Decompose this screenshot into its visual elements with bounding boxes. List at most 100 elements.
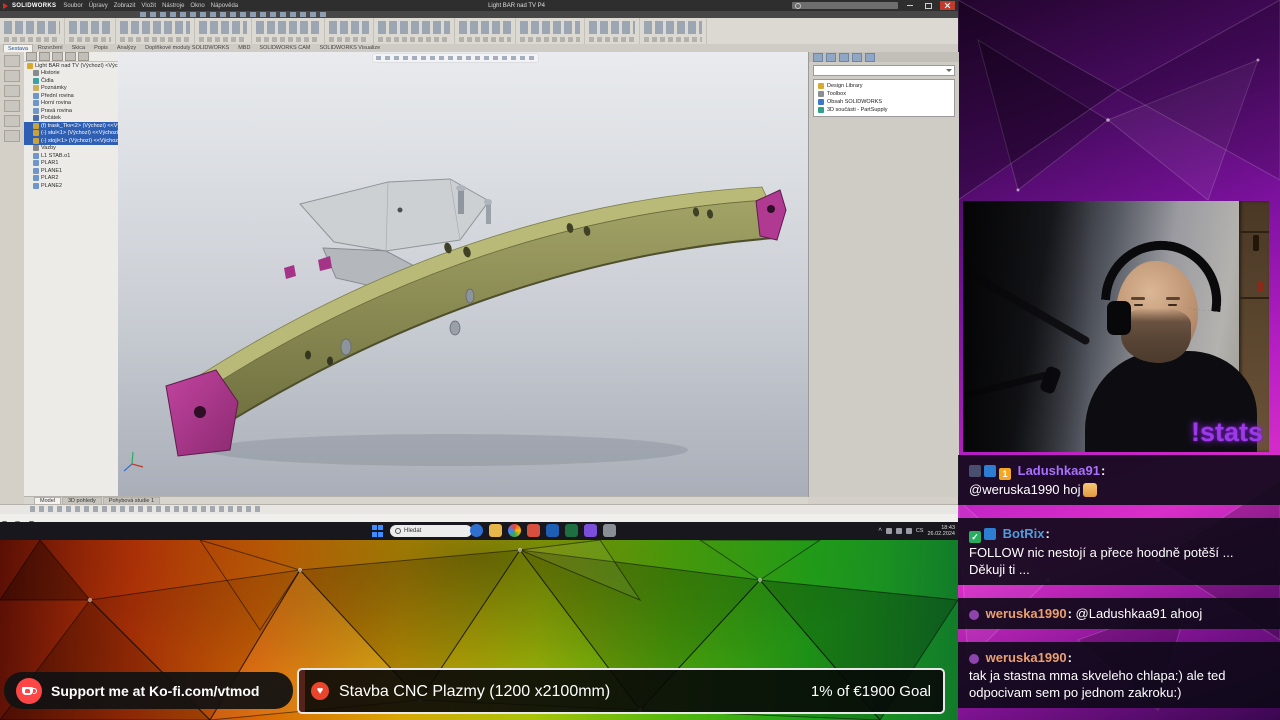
menu-zobrazit[interactable]: Zobrazit: [114, 3, 136, 9]
doc-icon[interactable]: [4, 100, 20, 112]
chat-username[interactable]: Ladushkaa91: [1018, 463, 1106, 478]
dimxpert-icon[interactable]: [65, 52, 76, 61]
propertymanager-icon[interactable]: [39, 52, 50, 61]
tree-row-selected[interactable]: (f) trask_Tkv<2> (Výchozí) <<Vý...: [24, 122, 118, 130]
tree-row[interactable]: Historie: [24, 70, 118, 78]
tree-row[interactable]: Pravá rovina: [24, 107, 118, 115]
menu-vlozit[interactable]: Vložit: [141, 3, 156, 9]
tree-row[interactable]: Přední rovina: [24, 92, 118, 100]
displaymanager-icon[interactable]: [78, 52, 89, 61]
ribbon-group[interactable]: [585, 18, 640, 44]
featuremanager-icon[interactable]: [26, 52, 37, 61]
language-indicator[interactable]: CS: [916, 528, 924, 534]
design-library-icon[interactable]: [826, 52, 836, 62]
tree-row-selected[interactable]: (-) stul<1> (Výchozí) <<Výchozí...: [24, 129, 118, 137]
doc-icon[interactable]: [4, 130, 20, 142]
tree-row[interactable]: PLANE2: [24, 182, 118, 190]
chat-username[interactable]: BotRix: [1003, 526, 1050, 541]
tree-row[interactable]: Počátek: [24, 115, 118, 123]
taskpane-item-obsah[interactable]: Obsah SOLIDWORKS: [814, 98, 954, 106]
task-pane-search-dropdown[interactable]: [813, 65, 955, 76]
menu-napoveda[interactable]: Nápověda: [211, 3, 238, 9]
tab-rozvrzeni[interactable]: Rozvržení: [34, 44, 67, 52]
tree-row[interactable]: PLANE1: [24, 167, 118, 175]
doc-icon[interactable]: [4, 115, 20, 127]
ribbon-group[interactable]: [116, 18, 195, 44]
home-icon[interactable]: [813, 52, 823, 62]
ribbon-group[interactable]: [0, 18, 65, 44]
graphics-viewport[interactable]: [118, 52, 808, 497]
tab-visualize[interactable]: SOLIDWORKS Visualize: [315, 44, 384, 52]
tray-icon[interactable]: [895, 528, 902, 534]
appearances-icon[interactable]: [852, 52, 862, 62]
quick-access-toolbar[interactable]: [0, 11, 958, 18]
status-bar-icons[interactable]: [30, 506, 260, 512]
menu-nastroje[interactable]: Nástroje: [162, 3, 184, 9]
maximize-button[interactable]: [921, 1, 936, 10]
tree-row[interactable]: Light BAR nad TV (Výchozí) <Vých...: [24, 62, 118, 70]
taskbar-search[interactable]: Hledat: [390, 525, 472, 537]
tab-skica[interactable]: Skica: [68, 44, 89, 52]
tab-mbd[interactable]: MBD: [234, 44, 254, 52]
taskpane-item-design-library[interactable]: Design Library: [814, 82, 954, 90]
clock[interactable]: 18:43 26.02.2024: [927, 525, 955, 537]
file-explorer-icon[interactable]: [839, 52, 849, 62]
menu-soubor[interactable]: Soubor: [63, 3, 82, 9]
purple-app-icon[interactable]: [584, 524, 597, 537]
curved-beam[interactable]: [193, 186, 775, 432]
cad-model-light-bar[interactable]: [118, 52, 808, 497]
verified-badge-icon: ✓: [969, 531, 981, 543]
tree-label: Light BAR nad TV (Výchozí) <Vých...: [35, 62, 119, 69]
start-button[interactable]: [372, 525, 384, 537]
custom-properties-icon[interactable]: [865, 52, 875, 62]
configmanager-icon[interactable]: [52, 52, 63, 61]
quick-access-icons[interactable]: [140, 12, 330, 17]
chat-username[interactable]: weruska1990: [986, 650, 1072, 665]
tree-row[interactable]: Horní rovina: [24, 100, 118, 108]
tab-popis[interactable]: Popis: [90, 44, 112, 52]
blue-app-icon[interactable]: [546, 524, 559, 537]
chrome-app-icon[interactable]: [508, 524, 521, 537]
kofi-support-bar[interactable]: Support me at Ko-fi.com/vtmod: [4, 672, 293, 709]
ribbon-group[interactable]: [455, 18, 516, 44]
ribbon-group[interactable]: [252, 18, 325, 44]
tree-row[interactable]: Čidla: [24, 77, 118, 85]
ribbon-group[interactable]: [195, 18, 252, 44]
tray-icon[interactable]: [905, 528, 912, 534]
gray-app-icon[interactable]: [603, 524, 616, 537]
doc-icon[interactable]: [4, 85, 20, 97]
tray-icon[interactable]: [885, 528, 892, 534]
doc-icon[interactable]: [4, 70, 20, 82]
ribbon-group[interactable]: [516, 18, 585, 44]
document-title: Light BAR nad TV P4: [488, 2, 546, 9]
tree-row[interactable]: PLAR1: [24, 160, 118, 168]
doc-icon[interactable]: [4, 55, 20, 67]
tree-row[interactable]: L1 STAB.o1: [24, 152, 118, 160]
ribbon-group[interactable]: [374, 18, 455, 44]
tree-row-selected[interactable]: (-) stojl<1> (Výchozí) <<Výchoz...: [24, 137, 118, 145]
close-button[interactable]: [940, 1, 955, 10]
green-app-icon[interactable]: [565, 524, 578, 537]
tray-expand-icon[interactable]: ^: [879, 528, 882, 535]
tree-row[interactable]: PLAR2: [24, 175, 118, 183]
red-app-icon[interactable]: [527, 524, 540, 537]
chat-username[interactable]: weruska1990: [986, 606, 1072, 621]
taskpane-item-toolbox[interactable]: Toolbox: [814, 90, 954, 98]
taskpane-item-partsupply[interactable]: 3D součásti - PartSupply: [814, 106, 954, 114]
minimize-button[interactable]: [902, 1, 917, 10]
file-explorer-app-icon[interactable]: [489, 524, 502, 537]
tab-cam[interactable]: SOLIDWORKS CAM: [255, 44, 314, 52]
tree-row[interactable]: Vazby: [24, 145, 118, 153]
solidworks-search-input[interactable]: [792, 2, 898, 9]
menu-okno[interactable]: Okno: [190, 3, 204, 9]
tab-analyzy[interactable]: Analýzy: [113, 44, 140, 52]
ribbon-group[interactable]: [325, 18, 374, 44]
menu-upravy[interactable]: Úpravy: [89, 3, 108, 9]
browser-app-icon[interactable]: [470, 524, 483, 537]
globe-badge-icon: [969, 465, 981, 477]
tab-doplnky[interactable]: Doplňkové moduly SOLIDWORKS: [141, 44, 233, 52]
ribbon-group[interactable]: [640, 18, 707, 44]
ribbon-group[interactable]: [65, 18, 116, 44]
tree-row[interactable]: Poznámky: [24, 85, 118, 93]
kofi-label: Support me at Ko-fi.com/vtmod: [51, 682, 260, 699]
